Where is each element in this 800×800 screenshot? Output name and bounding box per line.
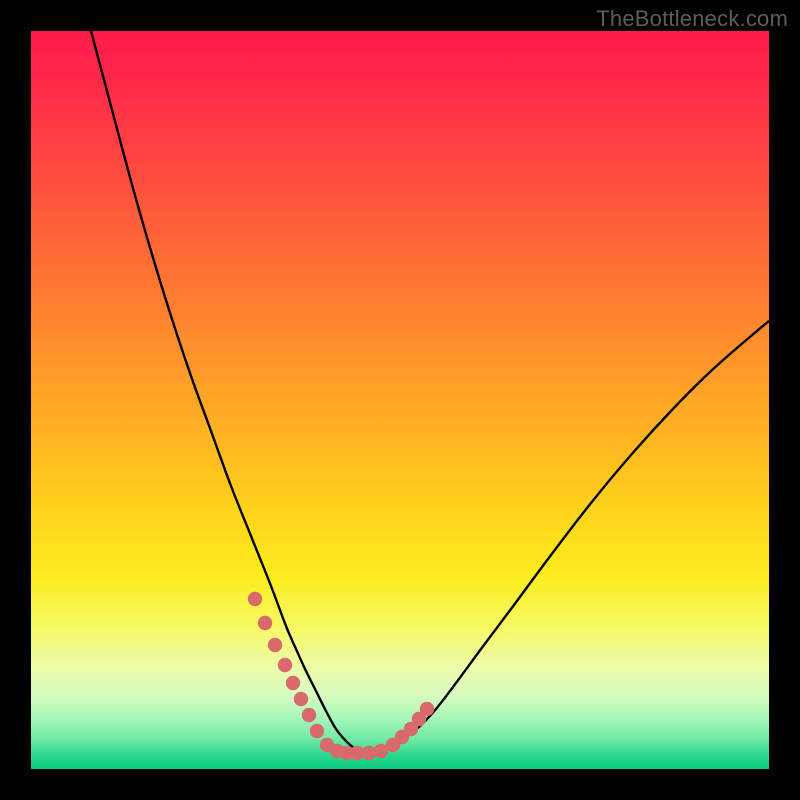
pink-marker-dot bbox=[310, 724, 324, 738]
plot-frame bbox=[31, 31, 769, 769]
pink-marker-dot bbox=[248, 592, 262, 606]
pink-marker-dot bbox=[268, 638, 282, 652]
bottleneck-curve-svg bbox=[31, 31, 769, 769]
pink-marker-dot bbox=[362, 746, 376, 760]
bottleneck-curve-path bbox=[91, 31, 769, 751]
pink-marker-dot bbox=[278, 658, 292, 672]
pink-marker-dot bbox=[258, 616, 272, 630]
pink-marker-dot bbox=[286, 676, 300, 690]
pink-marker-dot bbox=[302, 708, 316, 722]
pink-marker-dot bbox=[420, 702, 434, 716]
watermark-text: TheBottleneck.com bbox=[596, 6, 788, 32]
pink-marker-dot bbox=[294, 692, 308, 706]
